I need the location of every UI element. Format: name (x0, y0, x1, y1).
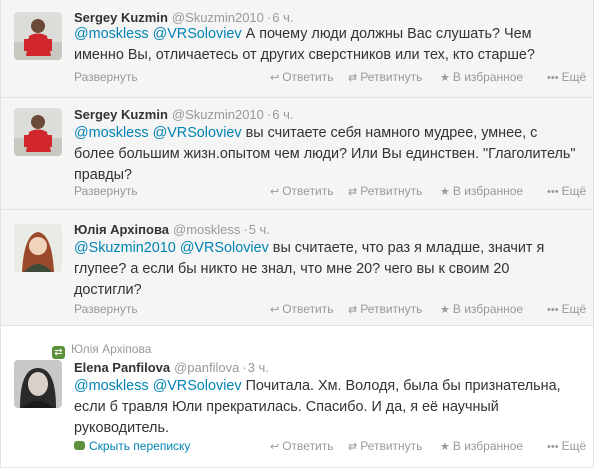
tweet-header: Sergey Kuzmin @Skuzmin2010·6 ч. (74, 107, 293, 122)
mention-link[interactable]: @VRSoloviev (153, 26, 242, 42)
separator-dot: · (266, 107, 272, 122)
star-icon: ★ (440, 441, 450, 453)
favorite-button[interactable]: ★ В избранное (440, 302, 523, 316)
more-button[interactable]: ••• Ещё (547, 70, 586, 84)
mention-link[interactable]: @Skuzmin2010 (74, 240, 176, 256)
tweet-header: Sergey Kuzmin @Skuzmin2010·6 ч. (74, 10, 293, 25)
hide-conversation-link[interactable]: Скрыть переписку (74, 439, 190, 453)
favorite-button[interactable]: ★ В избранное (440, 184, 523, 198)
retweet-button[interactable]: ⇄ Ретвитнуть (348, 70, 422, 84)
reply-button[interactable]: ↩ Ответить (270, 184, 334, 198)
separator-dot: · (243, 222, 248, 237)
tweet-item[interactable]: Sergey Kuzmin @Skuzmin2010·6 ч. @moskless… (0, 0, 594, 98)
mention-link[interactable]: @VRSoloviev (153, 378, 242, 394)
favorite-button[interactable]: ★ В избранное (440, 70, 523, 84)
tweet-body: вы считаете себя намного мудрее, умнее, … (74, 125, 576, 183)
avatar[interactable] (14, 12, 62, 60)
tweet-item[interactable]: Юлія Архіпова @moskless ·5 ч. @Skuzmin2010… (0, 210, 594, 326)
reply-button[interactable]: ↩ Ответить (270, 439, 334, 453)
avatar[interactable] (14, 360, 62, 408)
star-icon: ★ (440, 186, 450, 198)
expand-link[interactable]: Развернуть (74, 302, 138, 316)
retweet-label: Ретвитнуть (360, 184, 423, 198)
reply-label: Ответить (282, 70, 334, 84)
mention-link[interactable]: @moskless (74, 125, 149, 141)
retweet-label: Ретвитнуть (360, 70, 423, 84)
mention-link[interactable]: @VRSoloviev (180, 240, 269, 256)
retweet-icon: ⇄ (52, 346, 65, 359)
mention-link[interactable]: @moskless (74, 378, 149, 394)
tweet-header: Юлія Архіпова @moskless ·5 ч. (74, 222, 270, 237)
retweet-label: Ретвитнуть (360, 439, 423, 453)
more-label: Ещё (561, 439, 587, 453)
avatar[interactable] (14, 108, 62, 156)
retweet-label: Ретвитнуть (360, 302, 423, 316)
more-label: Ещё (561, 70, 587, 84)
retweet-icon: ⇄ (348, 441, 358, 453)
favorite-label: В избранное (452, 439, 524, 453)
star-icon: ★ (440, 72, 450, 84)
more-icon: ••• (547, 186, 559, 198)
expand-link[interactable]: Развернуть (74, 184, 138, 198)
retweet-button[interactable]: ⇄ Ретвитнуть (348, 184, 422, 198)
reply-button[interactable]: ↩ Ответить (270, 70, 334, 84)
tweet-timestamp[interactable]: 6 ч. (272, 10, 293, 25)
retweet-context: ⇄ Юлія Архіпова (52, 342, 151, 359)
expand-link[interactable]: Развернуть (74, 70, 138, 84)
retweeted-by[interactable]: Юлія Архіпова (71, 342, 151, 356)
more-icon: ••• (547, 72, 559, 84)
author-name[interactable]: Sergey Kuzmin (74, 10, 168, 25)
reply-label: Ответить (282, 439, 334, 453)
tweet-text: @moskless @VRSoloviev вы считаете себя н… (74, 123, 579, 186)
retweet-icon: ⇄ (348, 304, 358, 316)
more-label: Ещё (561, 302, 587, 316)
reply-icon: ↩ (270, 441, 280, 453)
retweet-button[interactable]: ⇄ Ретвитнуть (348, 302, 422, 316)
author-name[interactable]: Sergey Kuzmin (74, 107, 168, 122)
more-icon: ••• (547, 304, 559, 316)
author-name[interactable]: Юлія Архіпова (74, 222, 169, 237)
tweet-text: @moskless @VRSoloviev Почитала. Хм. Воло… (74, 376, 579, 439)
tweet-item[interactable]: Sergey Kuzmin @Skuzmin2010·6 ч. @moskless… (0, 98, 594, 210)
tweet-text: @moskless @VRSoloviev А почему люди долж… (74, 24, 579, 66)
favorite-button[interactable]: ★ В избранное (440, 439, 523, 453)
reply-icon: ↩ (270, 186, 280, 198)
author-name[interactable]: Elena Panfilova (74, 360, 170, 375)
favorite-label: В избранное (452, 184, 524, 198)
reply-icon: ↩ (270, 304, 280, 316)
retweet-button[interactable]: ⇄ Ретвитнуть (348, 439, 422, 453)
reply-button[interactable]: ↩ Ответить (270, 302, 334, 316)
favorite-label: В избранное (452, 70, 524, 84)
reply-label: Ответить (282, 184, 334, 198)
retweet-icon: ⇄ (348, 72, 358, 84)
tweet-header: Elena Panfilova @panfilova ·3 ч. (74, 360, 269, 375)
mention-link[interactable]: @VRSoloviev (153, 125, 242, 141)
author-handle[interactable]: @Skuzmin2010 (172, 107, 264, 122)
separator-dot: · (266, 10, 272, 25)
tweet-timestamp[interactable]: 6 ч. (272, 107, 293, 122)
tweet-timestamp[interactable]: 5 ч. (249, 222, 270, 237)
reply-icon: ↩ (270, 72, 280, 84)
more-button[interactable]: ••• Ещё (547, 184, 586, 198)
conversation-icon (74, 441, 85, 450)
tweet-item[interactable]: ⇄ Юлія Архіпова Elena Panfilova @panfilova… (0, 326, 594, 468)
tweet-feed: Sergey Kuzmin @Skuzmin2010·6 ч. @moskless… (0, 0, 594, 468)
reply-label: Ответить (282, 302, 334, 316)
more-icon: ••• (547, 441, 559, 453)
hide-conversation-label: Скрыть переписку (89, 439, 191, 453)
favorite-label: В избранное (452, 302, 524, 316)
avatar[interactable] (14, 224, 62, 272)
tweet-text: @Skuzmin2010 @VRSoloviev вы считаете, чт… (74, 238, 579, 301)
author-handle[interactable]: @Skuzmin2010 (172, 10, 264, 25)
more-button[interactable]: ••• Ещё (547, 302, 586, 316)
more-label: Ещё (561, 184, 587, 198)
separator-dot: · (242, 360, 247, 375)
more-button[interactable]: ••• Ещё (547, 439, 586, 453)
author-handle[interactable]: @moskless (173, 222, 240, 237)
tweet-timestamp[interactable]: 3 ч. (248, 360, 269, 375)
mention-link[interactable]: @moskless (74, 26, 149, 42)
star-icon: ★ (440, 304, 450, 316)
retweet-icon: ⇄ (348, 186, 358, 198)
author-handle[interactable]: @panfilova (174, 360, 239, 375)
